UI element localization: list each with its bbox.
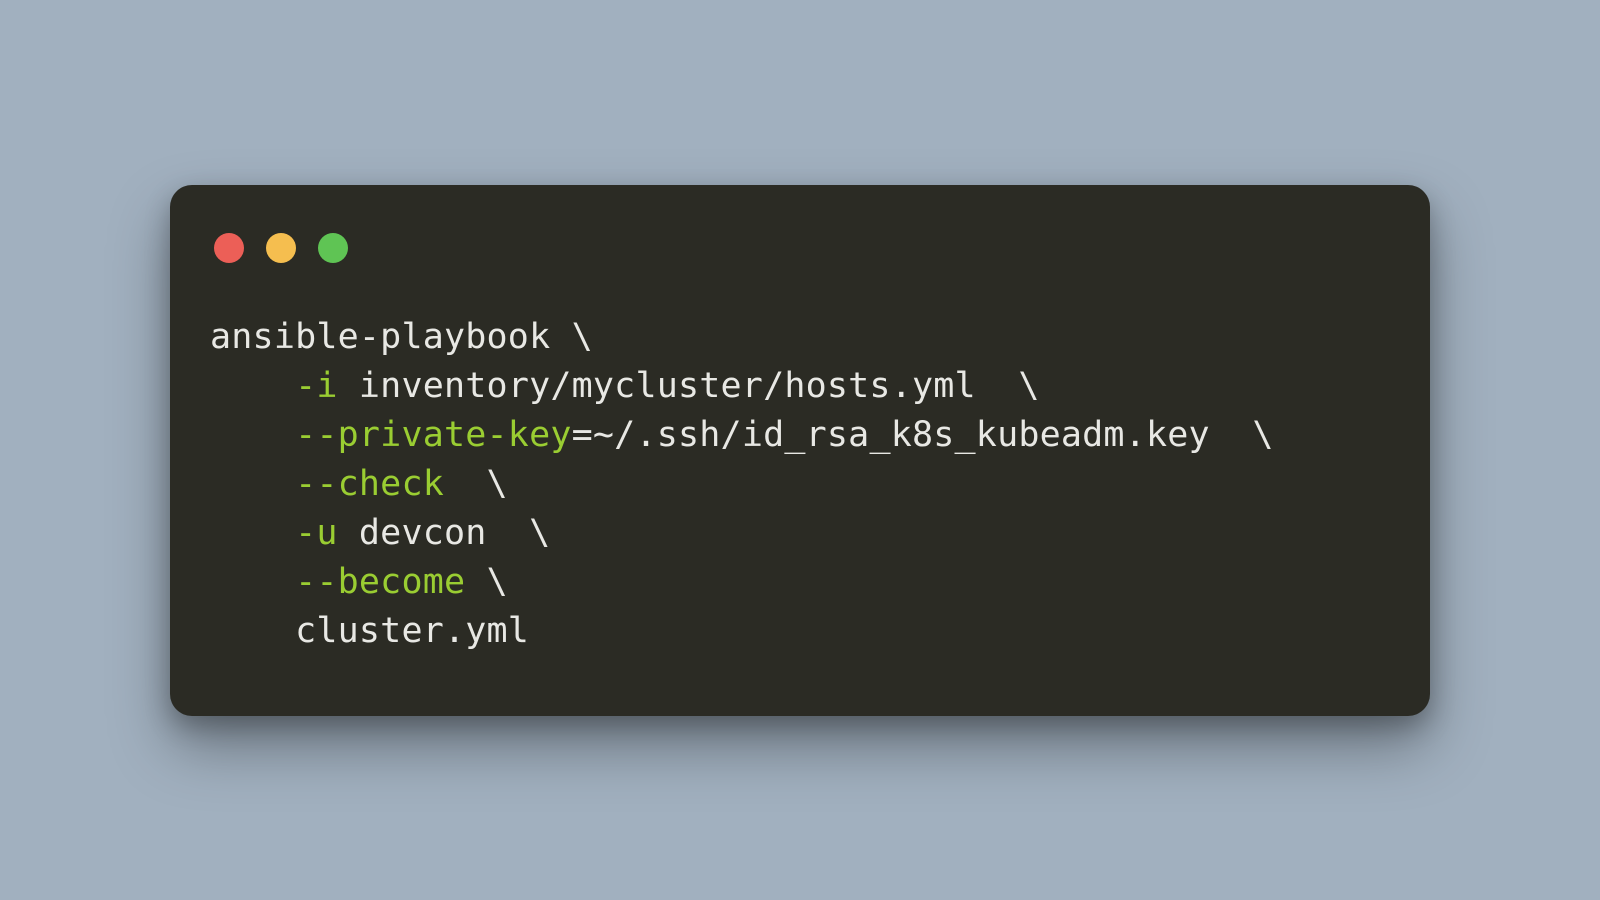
flag-private-key: --private-key [295,415,572,455]
flag-inventory: -i [295,366,338,406]
code-line-1: ansible-playbook \ [210,317,593,357]
code-line-6: --become \ [210,562,508,602]
flag-become: --become [295,562,465,602]
code-line-3: --private-key=~/.ssh/id_rsa_k8s_kubeadm.… [210,415,1274,455]
code-line-7: cluster.yml [210,611,529,651]
maximize-icon[interactable] [318,233,348,263]
flag-check: --check [295,464,444,504]
minimize-icon[interactable] [266,233,296,263]
close-icon[interactable] [214,233,244,263]
code-line-4: --check \ [210,464,508,504]
code-line-5: -u devcon \ [210,513,550,553]
terminal-code: ansible-playbook \ -i inventory/mycluste… [210,313,1390,656]
flag-user: -u [295,513,338,553]
window-controls [214,233,1390,263]
terminal-window: ansible-playbook \ -i inventory/mycluste… [170,185,1430,716]
code-line-2: -i inventory/mycluster/hosts.yml \ [210,366,1040,406]
